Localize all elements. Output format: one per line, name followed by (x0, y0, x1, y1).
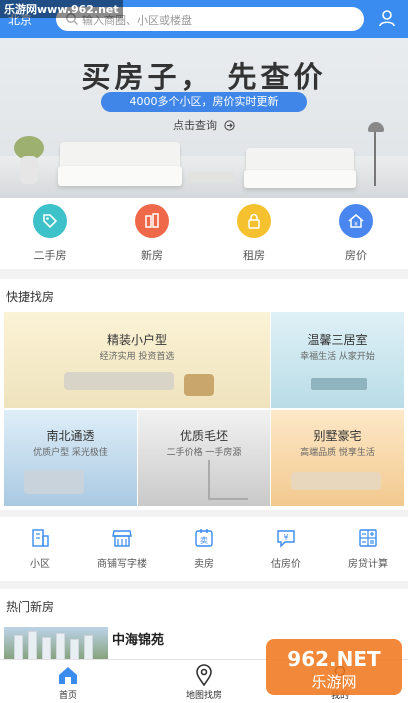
nav-label: 首页 (58, 691, 77, 701)
promo-banner[interactable]: 买房子， 先查价 4000多个小区，房价实时更新 点击查询 (0, 38, 408, 198)
tool-label: 估房价 (271, 559, 301, 570)
sell-badge: 卖 (200, 536, 208, 545)
category-label: 新房 (141, 249, 163, 262)
calculator-icon (359, 529, 377, 547)
banner-link-label: 点击查询 (173, 119, 217, 132)
category-secondhand[interactable]: 二手房 (20, 204, 80, 263)
house-price-icon: ¥ (339, 204, 373, 238)
svg-text:¥: ¥ (354, 221, 358, 228)
building-icon (135, 204, 169, 238)
section-title: 快捷找房 (6, 290, 55, 304)
tile-subtitle: 幸福生活 从家开始 (300, 352, 375, 362)
watermark-top: 乐游网www.962.net (0, 0, 123, 18)
room-decor (24, 470, 84, 494)
category-newhome[interactable]: 新房 (122, 204, 182, 263)
tile-title: 别墅豪宅 (313, 429, 362, 443)
nav-home[interactable]: 首页 (28, 664, 108, 701)
nav-label: 地图找房 (185, 691, 222, 701)
sofa-seat-decor (58, 166, 182, 186)
shop-icon (112, 530, 132, 547)
sell-icon: 卖 (195, 529, 213, 547)
quick-find-section: 快捷找房 精装小户型 经济实用 投资首选 温馨三居室 幸福生活 从家开始 南北通… (0, 279, 408, 510)
home-icon (59, 667, 77, 684)
tile-subtitle: 经济实用 投资首选 (99, 352, 175, 362)
tool-row: 小区 商铺写字楼 卖 卖房 ¥ 估房价 房贷计算 (0, 517, 408, 581)
tool-label: 商铺写字楼 (97, 559, 147, 570)
tile-subtitle: 优质户型 采光极佳 (33, 448, 108, 458)
sofa-right-seat-decor (244, 170, 356, 188)
nav-map[interactable]: 地图找房 (164, 664, 244, 701)
listing-name[interactable]: 中海锦苑 (112, 629, 164, 648)
user-icon[interactable] (378, 9, 396, 27)
tile-title: 精装小户型 (106, 333, 167, 347)
tool-community[interactable]: 小区 (0, 527, 80, 570)
tool-label: 小区 (30, 559, 50, 570)
banner-title: 买房子， 先查价 (81, 60, 327, 94)
coffee-table-decor (188, 172, 234, 182)
category-label: 二手房 (33, 249, 67, 262)
lamp-head-decor (368, 122, 384, 132)
tool-label: 房贷计算 (348, 559, 388, 570)
tool-label: 卖房 (194, 559, 214, 570)
map-pin-icon (196, 664, 212, 686)
tile-subtitle: 高端品质 悦享生活 (300, 448, 375, 458)
tool-shop-office[interactable]: 商铺写字楼 (82, 527, 162, 570)
stairs-decor (208, 460, 248, 500)
tile-villa[interactable]: 别墅豪宅 高端品质 悦享生活 (271, 410, 404, 506)
tile-title: 南北通透 (46, 429, 95, 443)
category-price[interactable]: ¥ 房价 (326, 204, 386, 263)
app-screen: 北京 输入商圈、小区或楼盘 乐游网www.962.net 买房子， 先查价 40… (0, 0, 408, 703)
lamp-decor (374, 126, 392, 186)
tile-small-unit[interactable]: 精装小户型 经济实用 投资首选 (4, 312, 270, 408)
table-decor (311, 378, 367, 390)
section-title: 热门新房 (6, 600, 55, 614)
banner-pill: 4000多个小区，房价实时更新 (101, 92, 307, 112)
tile-bare-shell[interactable]: 优质毛坯 二手价格 一手房源 (138, 410, 270, 506)
chair-decor (184, 374, 214, 396)
watermark-logo-text: 962.NET (287, 647, 381, 671)
tag-icon (33, 204, 67, 238)
category-rent[interactable]: 租房 (224, 204, 284, 263)
lock-icon (237, 204, 271, 238)
category-row: 二手房 新房 租房 ¥ 房价 (0, 198, 408, 269)
tile-title: 温馨三居室 (307, 333, 368, 347)
sofa-decor (291, 472, 381, 490)
vase-decor (20, 156, 38, 184)
tool-sell[interactable]: 卖 卖房 (164, 527, 244, 570)
arrow-right-circle-icon (223, 120, 235, 131)
estimate-icon: ¥ (277, 530, 295, 548)
category-label: 租房 (243, 249, 265, 262)
tool-estimate[interactable]: ¥ 估房价 (246, 527, 326, 570)
tile-three-bedroom[interactable]: 温馨三居室 幸福生活 从家开始 (271, 312, 404, 408)
category-label: 房价 (345, 249, 367, 262)
tile-title: 优质毛坯 (179, 429, 228, 443)
community-icon (32, 529, 49, 547)
sofa-decor (64, 372, 174, 390)
watermark-logo: 962.NET 乐游网 (266, 639, 402, 695)
estimate-badge: ¥ (283, 533, 288, 542)
watermark-tagline: 乐游网 (311, 673, 356, 691)
tile-north-south[interactable]: 南北通透 优质户型 采光极佳 (4, 410, 137, 506)
tool-mortgage[interactable]: 房贷计算 (328, 527, 408, 570)
tile-subtitle: 二手价格 一手房源 (166, 448, 242, 458)
banner-query-link[interactable]: 点击查询 (173, 117, 235, 133)
